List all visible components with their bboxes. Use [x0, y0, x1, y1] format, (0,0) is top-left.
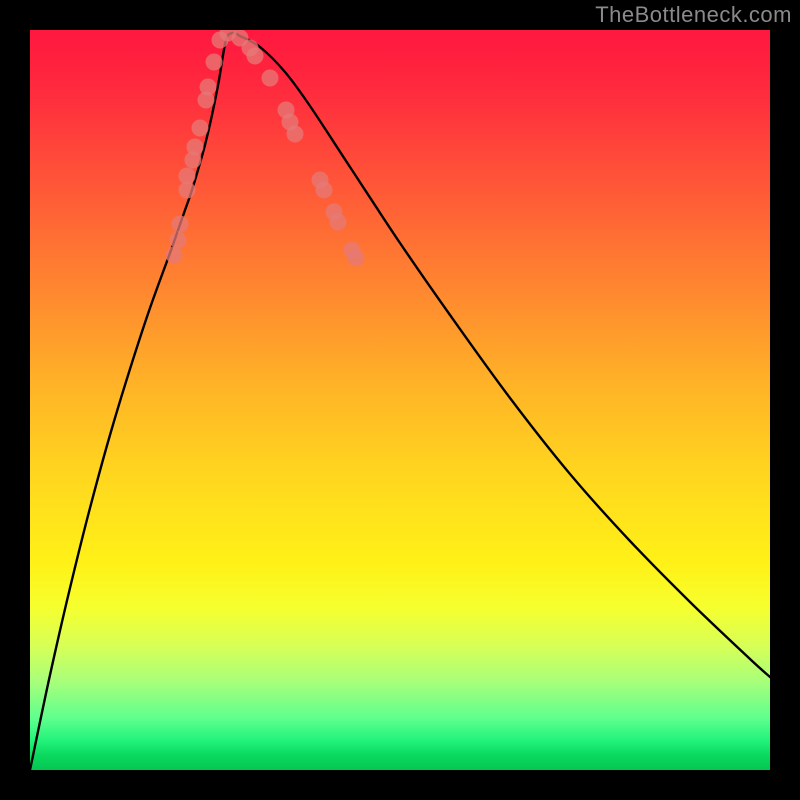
data-point: [172, 216, 189, 233]
curve-layer: [30, 30, 770, 770]
data-points: [166, 30, 365, 267]
data-point: [187, 139, 204, 156]
data-point: [179, 168, 196, 185]
data-point: [316, 182, 333, 199]
data-point: [200, 79, 217, 96]
plot-area: [30, 30, 770, 770]
data-point: [192, 120, 209, 137]
watermark-text: TheBottleneck.com: [595, 2, 792, 28]
data-point: [262, 70, 279, 87]
data-point: [247, 48, 264, 65]
data-point: [166, 247, 183, 264]
data-point: [348, 250, 365, 267]
data-point: [206, 54, 223, 71]
v-curve-path: [30, 33, 770, 770]
data-point: [330, 214, 347, 231]
v-curve: [30, 33, 770, 770]
data-point: [287, 126, 304, 143]
data-point: [170, 232, 187, 249]
